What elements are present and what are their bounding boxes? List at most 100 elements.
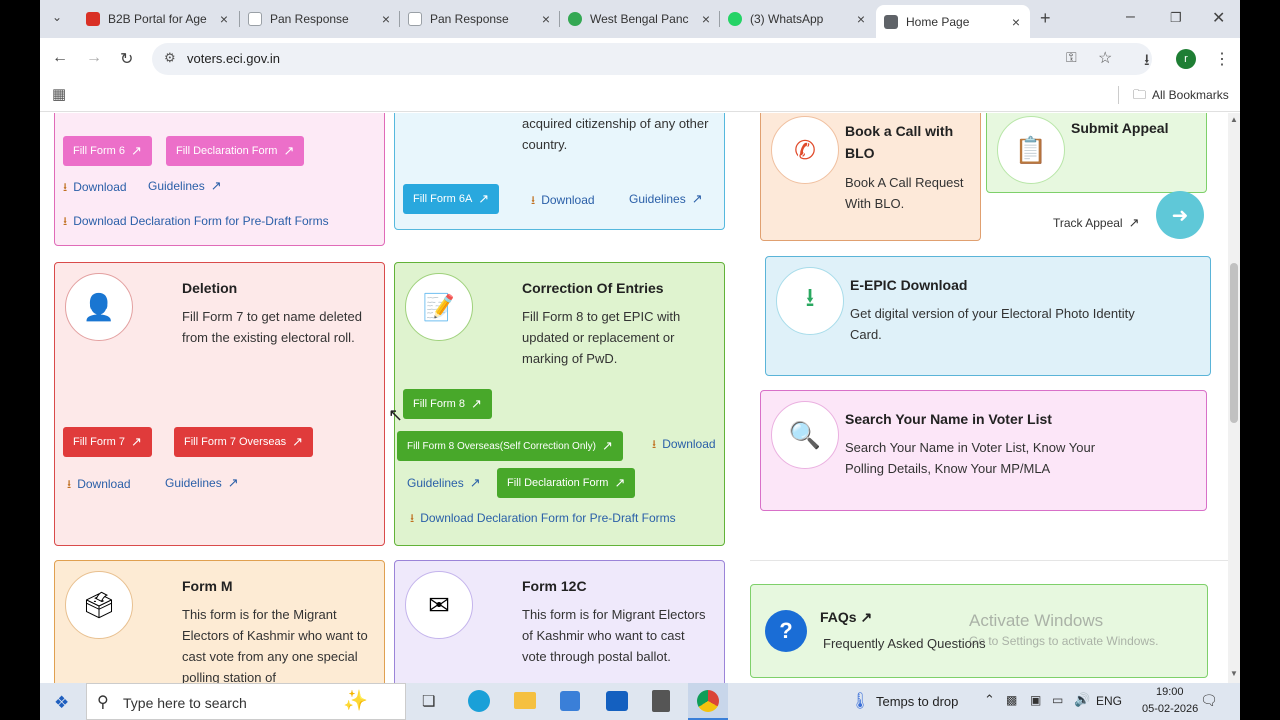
guidelines-link[interactable]: Guidelines ↗ — [407, 475, 481, 491]
tray-network-icon[interactable]: ▩ — [1006, 693, 1017, 707]
page-content: Fill Form 6 ↗ Fill Declaration Form ↗ ⭳ Dow… — [40, 113, 1240, 683]
declaration-download-link[interactable]: ⭳ Download Declaration Form for Pre-Draft… — [63, 212, 329, 233]
file-explorer-icon[interactable] — [514, 692, 536, 709]
guidelines-link[interactable]: Guidelines ↗ — [165, 475, 239, 491]
outlook-icon[interactable] — [606, 691, 628, 711]
close-icon[interactable]: × — [698, 11, 714, 27]
download-icon[interactable]: ⭳ — [1144, 49, 1150, 76]
close-icon[interactable]: × — [538, 11, 554, 27]
menu-kebab-icon[interactable]: ⋮ — [1214, 49, 1230, 69]
clock-time[interactable]: 19:00 — [1156, 686, 1184, 698]
browser-window: ⌄ B2B Portal for Age × Pan Response × Pa… — [40, 0, 1240, 720]
download-link[interactable]: ⭳ Download — [531, 191, 595, 212]
tab-label: B2B Portal for Age — [108, 12, 207, 26]
download-link[interactable]: ⭳ Download — [652, 435, 716, 456]
guidelines-link[interactable]: Guidelines ↗ — [148, 178, 222, 194]
card-title: Search Your Name in Voter List — [845, 411, 1052, 427]
link-label: Download — [541, 193, 595, 207]
new-tab-icon[interactable]: + — [1040, 8, 1051, 29]
store-icon[interactable] — [560, 691, 580, 711]
tab-whatsapp[interactable]: (3) WhatsApp × — [720, 5, 875, 33]
arrow-icon: ↗ — [227, 475, 239, 490]
tab-home-page[interactable]: Home Page × — [876, 5, 1030, 38]
download-link[interactable]: ⭳ Download — [63, 178, 127, 199]
tab-search-icon[interactable]: ⌄ — [52, 10, 62, 24]
declaration-download-link[interactable]: ⭳ Download Declaration Form for Pre-Draft… — [410, 509, 676, 530]
weather-text[interactable]: Temps to drop — [876, 694, 958, 709]
windows-start-icon[interactable]: ❖ — [54, 693, 69, 713]
language-indicator[interactable]: ENG — [1096, 694, 1122, 708]
tab-pan-response-1[interactable]: Pan Response × — [240, 5, 400, 33]
tray-camera-icon[interactable]: ▣ — [1030, 693, 1041, 707]
clock-date[interactable]: 05-02-2026 — [1142, 703, 1198, 715]
close-icon[interactable]: × — [853, 11, 869, 27]
fill-declaration-form-button[interactable]: Fill Declaration Form ↗ — [166, 136, 305, 166]
scroll-down-icon[interactable]: ▼ — [1230, 669, 1238, 678]
close-icon[interactable]: × — [1008, 14, 1024, 30]
guidelines-link[interactable]: Guidelines ↗ — [629, 191, 703, 207]
faq-card[interactable]: ? FAQs ↗ Frequently Asked Questions — [750, 584, 1208, 678]
submit-appeal-card[interactable]: 📋 Submit Appeal — [986, 113, 1207, 193]
download-link[interactable]: ⭳ Download — [67, 475, 131, 496]
card-description: This form is for the Migrant Electors of… — [182, 607, 368, 683]
close-icon[interactable]: × — [216, 11, 232, 27]
edge-browser-icon[interactable] — [468, 690, 490, 712]
bookmark-star-icon[interactable]: ☆ — [1098, 48, 1112, 68]
link-label: Guidelines — [629, 192, 686, 206]
download-icon: ⭳ — [652, 437, 657, 451]
window-close-icon[interactable]: ✕ — [1212, 8, 1225, 28]
all-bookmarks-link[interactable]: All Bookmarks — [1152, 88, 1229, 102]
card-title: Correction Of Entries — [522, 280, 664, 296]
back-icon[interactable]: ← — [52, 49, 68, 67]
fill-form-7-overseas-button[interactable]: Fill Form 7 Overseas ↗ — [174, 427, 313, 457]
fill-form-8-button[interactable]: Fill Form 8 ↗ — [403, 389, 492, 419]
activate-windows-subtitle: Go to Settings to activate Windows. — [969, 634, 1159, 648]
link-label: Guidelines — [165, 476, 222, 490]
scrollbar-thumb[interactable] — [1230, 263, 1238, 423]
button-label: Fill Form 8 — [413, 398, 465, 410]
tray-volume-icon[interactable]: 🔊 — [1074, 692, 1090, 708]
calculator-icon[interactable] — [652, 690, 670, 712]
tray-display-icon[interactable]: ▭ — [1052, 693, 1063, 707]
tab-label: West Bengal Panc — [590, 12, 689, 26]
search-voter-list-card[interactable]: 🔍 Search Your Name in Voter List Search … — [760, 390, 1207, 511]
book-call-blo-card[interactable]: ✆ Book a Call with BLO Book A Call Reque… — [760, 113, 981, 241]
chrome-icon[interactable] — [688, 683, 728, 720]
tab-west-bengal[interactable]: West Bengal Panc × — [560, 5, 720, 33]
e-epic-download-card[interactable]: ⭳ E-EPIC Download Get digital version of… — [765, 256, 1211, 376]
tab-pan-response-2[interactable]: Pan Response × — [400, 5, 560, 33]
card-title: Book a Call with BLO — [845, 123, 954, 161]
profile-avatar[interactable]: r — [1176, 49, 1196, 69]
tray-chevron-icon[interactable]: ⌃ — [984, 692, 995, 708]
deletion-card: 👤 Deletion Fill Form 7 to get name delet… — [54, 262, 385, 546]
arrow-icon: ↗ — [292, 434, 303, 449]
forward-icon[interactable]: → — [86, 49, 102, 67]
tab-b2b[interactable]: B2B Portal for Age × — [78, 5, 238, 33]
url-text[interactable]: voters.eci.gov.in — [187, 51, 280, 66]
button-label: Fill Form 6 — [73, 145, 125, 157]
restore-icon[interactable]: ❐ — [1170, 10, 1182, 26]
site-settings-icon[interactable]: ⚙ — [164, 50, 176, 66]
fill-form-6-button[interactable]: Fill Form 6 ↗ — [63, 136, 152, 166]
track-appeal-link[interactable]: Track Appeal ↗ — [1053, 215, 1140, 231]
track-route-icon[interactable]: ➜ — [1156, 191, 1204, 239]
close-icon[interactable]: × — [378, 11, 394, 27]
notification-icon[interactable]: 🗨 — [1200, 692, 1218, 709]
fill-declaration-form-button[interactable]: Fill Declaration Form ↗ — [497, 468, 636, 498]
fill-form-8-overseas-button[interactable]: Fill Form 8 Overseas(Self Correction Onl… — [397, 431, 623, 461]
scroll-up-icon[interactable]: ▲ — [1230, 115, 1238, 124]
arrow-icon: ↗ — [130, 434, 142, 449]
taskbar-search-box[interactable]: ⚲ Type here to search ✨ — [86, 683, 406, 720]
fill-form-6a-button[interactable]: Fill Form 6A ↗ — [403, 184, 500, 214]
reload-icon[interactable]: ↻ — [120, 49, 133, 69]
vertical-scrollbar[interactable]: ▲ ▼ — [1228, 113, 1240, 683]
download-icon: ⭳ — [67, 477, 72, 491]
fill-form-7-button[interactable]: Fill Form 7 ↗ — [63, 427, 152, 457]
card-description: Frequently Asked Questions — [823, 636, 986, 651]
address-bar[interactable]: ⚙ voters.eci.gov.in ⚿ ☆ — [152, 43, 1152, 75]
password-key-icon[interactable]: ⚿ — [1066, 49, 1077, 66]
minimize-icon[interactable]: – — [1126, 8, 1135, 26]
task-view-icon[interactable]: ❏ — [422, 692, 435, 710]
apps-grid-icon[interactable]: ▦ — [52, 85, 66, 103]
arrow-icon: ↗ — [469, 475, 481, 490]
